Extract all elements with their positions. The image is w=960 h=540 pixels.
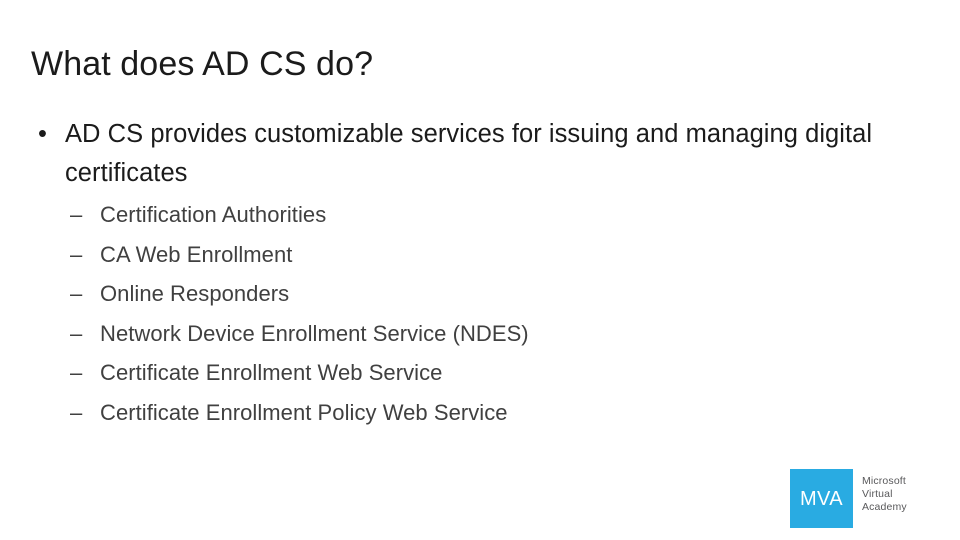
main-bullet-text: AD CS provides customizable services for… — [65, 120, 873, 187]
main-bullet-item: • AD CS provides customizable services f… — [32, 115, 932, 193]
sub-bullet-text: Certification Authorities — [100, 202, 327, 227]
list-item: – Network Device Enrollment Service (NDE… — [32, 314, 932, 354]
mva-wordmark-line-2: Virtual — [862, 488, 893, 501]
mva-wordmark-line-1: Microsoft — [862, 475, 906, 487]
slide-body: • AD CS provides customizable services f… — [32, 115, 932, 433]
dash-icon: – — [70, 241, 83, 267]
dash-icon: – — [70, 399, 83, 425]
mva-logo: MVA Microsoft Virtual Academy — [790, 469, 907, 528]
list-item: – Online Responders — [32, 274, 932, 314]
mva-logo-mark-text: MVA — [799, 487, 844, 510]
list-item: – Certificate Enrollment Web Service — [32, 353, 932, 393]
mva-logo-mark: MVA — [790, 469, 853, 528]
dash-icon: – — [70, 360, 83, 386]
sub-bullet-text: Network Device Enrollment Service (NDES) — [100, 320, 529, 346]
sub-bullet-text: Online Responders — [100, 281, 290, 307]
bullet-dot-icon: • — [38, 120, 47, 148]
dash-icon: – — [70, 320, 83, 346]
slide-canvas: What does AD CS do? • AD CS provides cus… — [0, 0, 960, 540]
sub-bullet-list: – Certification Authorities – CA Web Enr… — [32, 195, 932, 433]
dash-icon: – — [70, 281, 83, 307]
list-item: – Certificate Enrollment Policy Web Serv… — [32, 393, 932, 433]
sub-bullet-text: Certificate Enrollment Web Service — [100, 360, 443, 386]
sub-bullet-text: CA Web Enrollment — [100, 241, 293, 267]
list-item: – CA Web Enrollment — [32, 235, 932, 275]
mva-wordmark-line-3: Academy — [862, 501, 907, 514]
slide-title: What does AD CS do? — [31, 44, 374, 83]
sub-bullet-text: Certificate Enrollment Policy Web Servic… — [100, 399, 508, 425]
list-item: – Certification Authorities — [32, 195, 932, 235]
mva-wordmark: Microsoft Virtual Academy — [862, 469, 907, 515]
dash-icon: – — [70, 202, 83, 227]
